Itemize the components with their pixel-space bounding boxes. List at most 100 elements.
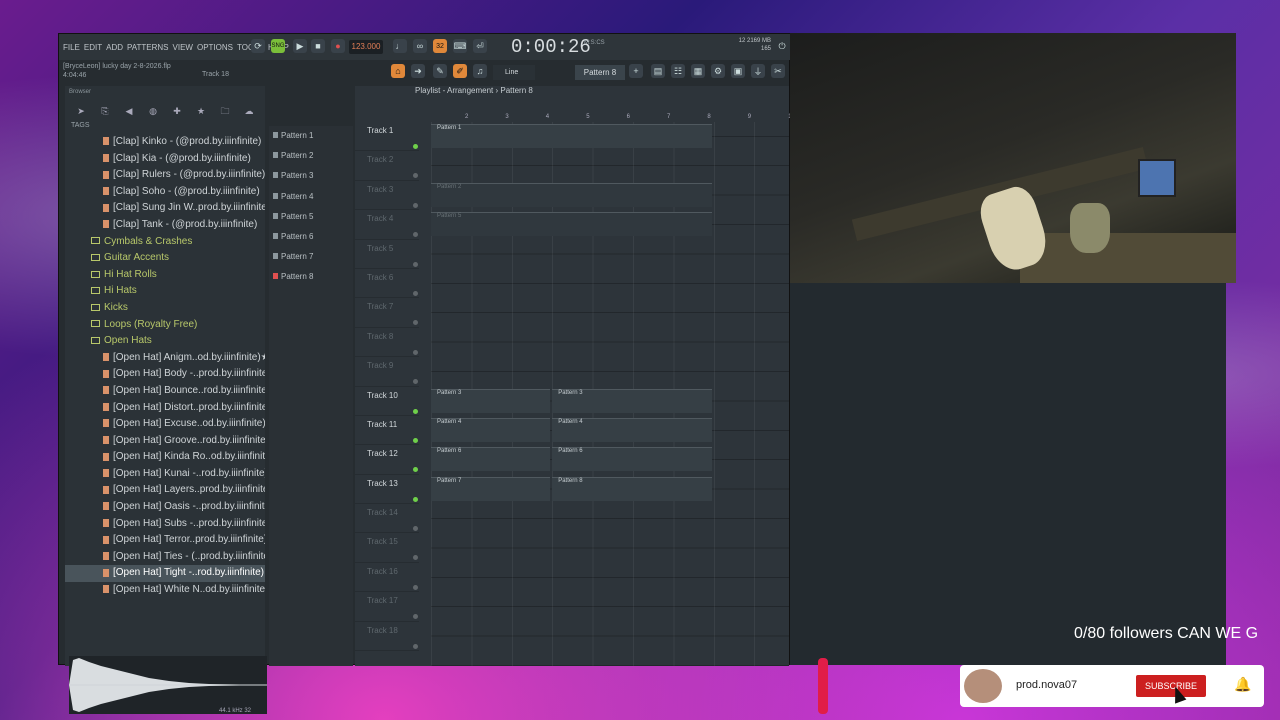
playlist-clip[interactable]: Pattern 2: [431, 182, 712, 207]
playlist-clip[interactable]: Pattern 7: [431, 476, 551, 501]
browser-file[interactable]: [Clap] Soho - (@prod.by.iiinfinite): [65, 184, 265, 201]
browser-file[interactable]: [Open Hat] Distort..prod.by.iiinfinite): [65, 400, 265, 417]
browser-file[interactable]: [Clap] Tank - (@prod.by.iiinfinite): [65, 217, 265, 234]
track-header[interactable]: Track 14: [355, 504, 419, 534]
bell-icon[interactable]: 🔔: [1234, 676, 1251, 694]
magnet-icon[interactable]: ⌂: [391, 64, 405, 78]
track-header[interactable]: Track 16: [355, 563, 419, 593]
pattern-item[interactable]: Pattern 6: [269, 227, 353, 247]
track-header[interactable]: Track 7: [355, 298, 419, 328]
browser-file[interactable]: [Open Hat] Excuse..od.by.iiinfinite)★: [65, 416, 265, 433]
browser-folder[interactable]: Open Hats: [65, 333, 265, 350]
arrow-right-icon[interactable]: ➜: [411, 64, 425, 78]
browser-folder[interactable]: Cymbals & Crashes: [65, 234, 265, 251]
track-header[interactable]: Track 5: [355, 240, 419, 269]
track-header[interactable]: Track 2: [355, 151, 419, 181]
playlist-clip[interactable]: Pattern 8: [552, 476, 712, 501]
track-mute-led[interactable]: [413, 144, 418, 149]
track-header[interactable]: Track 6: [355, 269, 419, 299]
track-mute-led[interactable]: [413, 173, 418, 179]
record-button[interactable]: ●: [331, 39, 345, 53]
cut-icon[interactable]: ✂: [771, 64, 785, 78]
browser-file[interactable]: [Open Hat] White N..od.by.iiinfinite): [65, 582, 265, 599]
track-mute-led[interactable]: [413, 584, 418, 590]
track-mute-led[interactable]: [413, 526, 418, 532]
track-header[interactable]: Track 13: [355, 475, 419, 505]
arrow-icon[interactable]: ➤: [75, 105, 87, 117]
browser-file[interactable]: [Open Hat] Body -..prod.by.iiinfinite): [65, 366, 265, 383]
track-mute-led[interactable]: [413, 202, 418, 208]
menu-edit[interactable]: EDIT: [84, 43, 102, 52]
waveform-preview[interactable]: [69, 656, 267, 714]
copy-icon[interactable]: ⎘: [99, 105, 111, 117]
pattern-selector[interactable]: Pattern 8: [575, 65, 625, 80]
metronome-icon[interactable]: ♩: [393, 39, 407, 53]
menu-add[interactable]: ADD: [106, 43, 123, 52]
browser-file[interactable]: [Clap] Kia - (@prod.by.iiinfinite): [65, 151, 265, 168]
folder-icon[interactable]: 🗀: [219, 105, 231, 117]
track-mute-led[interactable]: [413, 232, 418, 238]
pattern-item[interactable]: Pattern 8: [269, 267, 353, 287]
track-header[interactable]: Track 17: [355, 592, 419, 622]
playlist-clip[interactable]: Pattern 3: [431, 388, 551, 413]
channel-rack-icon[interactable]: ☷: [671, 64, 685, 78]
arrangement-grid[interactable]: Pattern 1 Pattern 2 Pattern 5 Pattern 3 Patt…: [431, 122, 789, 666]
globe-icon[interactable]: ◍: [147, 105, 159, 117]
track-mute-led[interactable]: [413, 379, 418, 385]
track-mute-led[interactable]: [413, 349, 418, 355]
playlist-clip[interactable]: Pattern 6: [431, 447, 551, 472]
track-header[interactable]: Track 9: [355, 357, 419, 387]
playlist-clip[interactable]: Pattern 1: [431, 124, 712, 148]
track-mute-led[interactable]: [413, 643, 418, 649]
track-mute-led[interactable]: [413, 320, 418, 326]
browser-file[interactable]: [Open Hat] Layers..prod.by.iiinfinite): [65, 482, 265, 499]
track-header[interactable]: Track 8: [355, 328, 419, 358]
track-mute-led[interactable]: [413, 496, 418, 502]
mixer-icon[interactable]: ▤: [651, 64, 665, 78]
plugin-picker-icon[interactable]: ⏚: [751, 64, 765, 78]
snap-selector[interactable]: Line: [493, 65, 535, 80]
track-header[interactable]: Track 15: [355, 533, 419, 563]
browser-file[interactable]: [Clap] Kinko - (@prod.by.iiinfinite): [65, 134, 265, 151]
browser-file[interactable]: [Open Hat] Tight -..rod.by.iiinfinite): [65, 565, 265, 583]
cloud-icon[interactable]: ☁: [243, 105, 255, 117]
browser-file[interactable]: [Open Hat] Groove..rod.by.iiinfinite): [65, 433, 265, 450]
star-icon[interactable]: ★: [195, 105, 207, 117]
power-icon[interactable]: ⏻: [775, 39, 789, 53]
add-pattern-icon[interactable]: +: [629, 64, 643, 78]
track-mute-led[interactable]: [413, 614, 418, 620]
track-header[interactable]: Track 3: [355, 181, 419, 211]
pencil-icon[interactable]: ✐: [453, 64, 467, 78]
plugin-icon[interactable]: ⚙: [711, 64, 725, 78]
brush-icon[interactable]: ✎: [433, 64, 447, 78]
playlist-clip[interactable]: Pattern 4: [552, 418, 712, 442]
menu-options[interactable]: OPTIONS: [197, 43, 233, 52]
browser-folder[interactable]: Hi Hats: [65, 283, 265, 300]
track-header[interactable]: Track 12: [355, 445, 419, 475]
track-mute-led[interactable]: [413, 467, 418, 473]
browser-file[interactable]: [Clap] Rulers - (@prod.by.iiinfinite): [65, 167, 265, 184]
menu-patterns[interactable]: PATTERNS: [127, 43, 168, 52]
playlist-clip[interactable]: Pattern 4: [431, 418, 551, 442]
timeline-ruler[interactable]: 2345678910: [425, 114, 795, 122]
browser-file[interactable]: [Clap] Sung Jin W..prod.by.iiinfinite): [65, 200, 265, 217]
browser-icon[interactable]: ▣: [731, 64, 745, 78]
track-header[interactable]: Track 4: [355, 210, 419, 240]
back-icon[interactable]: ◀: [123, 105, 135, 117]
track-header[interactable]: Track 10: [355, 387, 419, 416]
pattern-mode-toggle[interactable]: 32: [433, 39, 447, 53]
browser-file[interactable]: [Open Hat] Kinda Ro..od.by.iiinfinite): [65, 449, 265, 466]
browser-file[interactable]: [Open Hat] Oasis -..prod.by.iiinfinite): [65, 499, 265, 516]
wait-icon[interactable]: ⏎: [473, 39, 487, 53]
menu-view[interactable]: VIEW: [173, 43, 193, 52]
track-mute-led[interactable]: [413, 555, 418, 561]
track-mute-led[interactable]: [413, 261, 418, 267]
browser-folder[interactable]: Loops (Royalty Free): [65, 317, 265, 334]
browser-folder[interactable]: Hi Hat Rolls: [65, 267, 265, 284]
track-mute-led[interactable]: [413, 290, 418, 296]
pattern-item[interactable]: Pattern 1: [269, 126, 353, 146]
track-mute-led[interactable]: [413, 437, 418, 443]
piano-roll-icon[interactable]: ▦: [691, 64, 705, 78]
loop-icon[interactable]: ∞: [413, 39, 427, 53]
pattern-item[interactable]: Pattern 4: [269, 187, 353, 207]
